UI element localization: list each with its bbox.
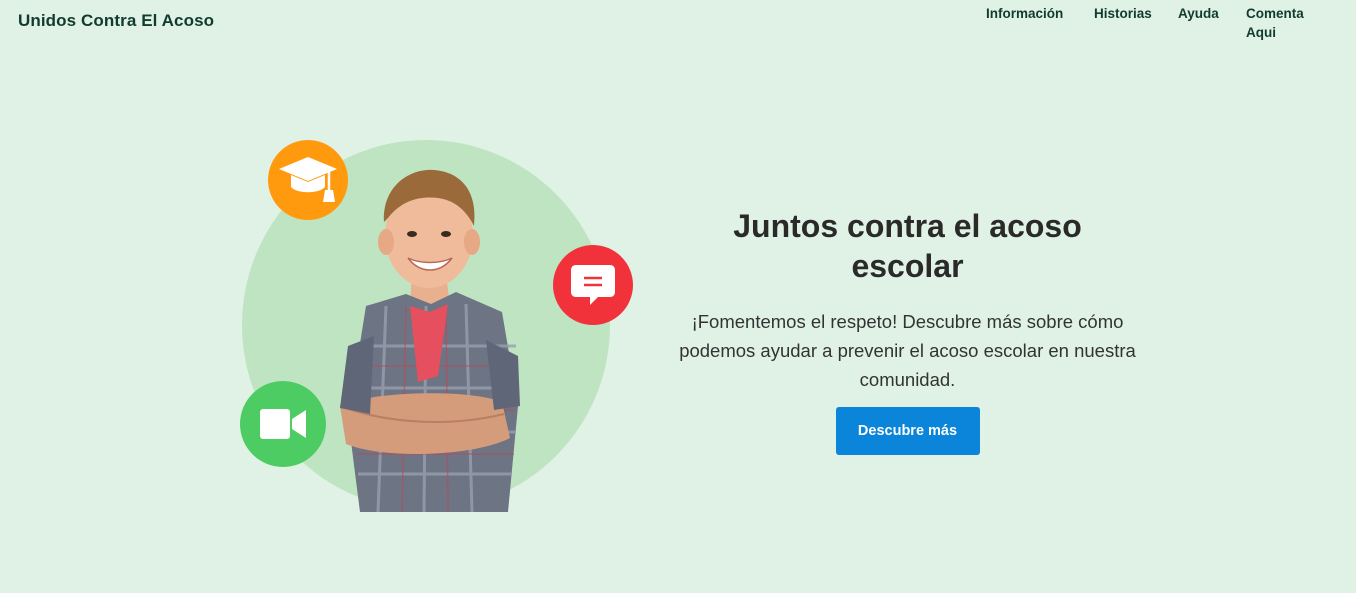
nav-item-comenta-aqui[interactable]: Comenta Aqui — [1246, 4, 1326, 42]
hero-content: Juntos contra el acoso escolar ¡Fomentem… — [670, 206, 1145, 455]
chat-bubble-icon — [571, 265, 615, 305]
nav-item-historias[interactable]: Historias — [1094, 4, 1152, 23]
main-nav: Información Historias Ayuda Comenta Aqui — [986, 4, 1346, 48]
hero-title: Juntos contra el acoso escolar — [733, 208, 1082, 284]
graduation-cap-icon — [279, 157, 337, 202]
brand-logo-link[interactable]: Unidos Contra El Acoso — [18, 11, 214, 31]
video-badge — [240, 381, 326, 467]
graduation-cap-badge — [268, 140, 348, 220]
discover-more-button[interactable]: Descubre más — [835, 407, 980, 455]
nav-item-ayuda[interactable]: Ayuda — [1178, 4, 1219, 23]
nav-item-informacion[interactable]: Información — [986, 4, 1063, 23]
boy-photo — [340, 169, 520, 512]
hero-subtitle: ¡Fomentemos el respeto! Descubre más sob… — [679, 311, 1136, 390]
page: Unidos Contra El Acoso Información Histo… — [0, 0, 1356, 593]
video-camera-icon — [260, 409, 306, 439]
hero-illustration — [230, 130, 650, 520]
chat-badge — [553, 245, 633, 325]
